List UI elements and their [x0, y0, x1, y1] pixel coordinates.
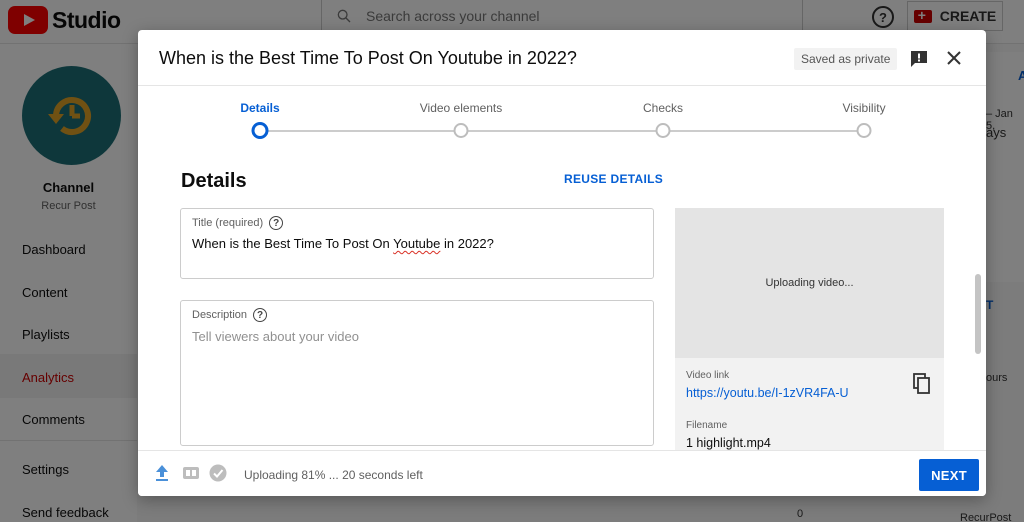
step-details-dot[interactable]: [251, 122, 269, 139]
reuse-details-button[interactable]: REUSE DETAILS: [564, 172, 663, 186]
step-details-label[interactable]: Details: [240, 101, 279, 115]
step-video-elements-label[interactable]: Video elements: [420, 101, 503, 115]
video-preview: Uploading video...: [675, 208, 944, 358]
step-visibility-dot[interactable]: [856, 123, 872, 138]
dialog-footer: Uploading 81% ... 20 seconds left NEXT: [138, 450, 986, 496]
title-input-value[interactable]: When is the Best Time To Post On Youtube…: [192, 236, 494, 251]
dialog-header: When is the Best Time To Post On Youtube…: [138, 30, 986, 86]
feedback-icon[interactable]: [909, 49, 929, 69]
uploading-video-status: Uploading video...: [765, 277, 854, 289]
filename-value: 1 highlight.mp4: [686, 436, 771, 450]
filename-label: Filename: [686, 420, 728, 431]
upload-icon: [156, 465, 168, 481]
upload-progress-status: Uploading 81% ... 20 seconds left: [244, 468, 423, 482]
misspelled-word: Youtube: [393, 236, 441, 251]
section-title: Details: [181, 170, 247, 192]
video-link-label: Video link: [686, 370, 730, 381]
video-preview-panel: Uploading video... Video link https://yo…: [675, 208, 944, 450]
close-icon[interactable]: [944, 48, 964, 68]
title-text-part: When is the Best Time To Post On: [192, 236, 394, 251]
description-field[interactable]: Description ? Tell viewers about your vi…: [180, 300, 654, 446]
stepper-line: [260, 130, 864, 132]
title-label-text: Title (required): [192, 217, 264, 229]
upload-stepper: Details Video elements Checks Visibility: [138, 86, 986, 144]
upload-details-dialog: When is the Best Time To Post On Youtube…: [138, 30, 986, 496]
checks-complete-icon: [209, 464, 227, 482]
title-field[interactable]: Title (required) ? When is the Best Time…: [180, 208, 654, 279]
title-field-label: Title (required) ?: [192, 216, 284, 230]
hd-processing-icon: [183, 467, 199, 479]
help-icon[interactable]: ?: [253, 308, 268, 322]
details-content[interactable]: Details REUSE DETAILS Title (required) ?…: [138, 144, 986, 450]
step-visibility-label[interactable]: Visibility: [842, 101, 885, 115]
description-field-label: Description ?: [192, 308, 268, 322]
saved-status-badge: Saved as private: [794, 48, 898, 70]
help-icon[interactable]: ?: [269, 216, 284, 230]
scrollbar-thumb[interactable]: [975, 274, 981, 354]
description-placeholder: Tell viewers about your video: [192, 329, 359, 344]
step-checks-dot[interactable]: [655, 123, 671, 138]
description-label-text: Description: [192, 309, 248, 321]
dialog-title: When is the Best Time To Post On Youtube…: [159, 48, 577, 68]
next-button[interactable]: NEXT: [919, 459, 979, 491]
step-video-elements-dot[interactable]: [453, 123, 469, 138]
title-text-part: in 2022?: [440, 236, 494, 251]
copy-icon[interactable]: [912, 373, 932, 395]
step-checks-label[interactable]: Checks: [643, 101, 683, 115]
video-link[interactable]: https://youtu.be/I-1zVR4FA-U: [686, 386, 849, 400]
